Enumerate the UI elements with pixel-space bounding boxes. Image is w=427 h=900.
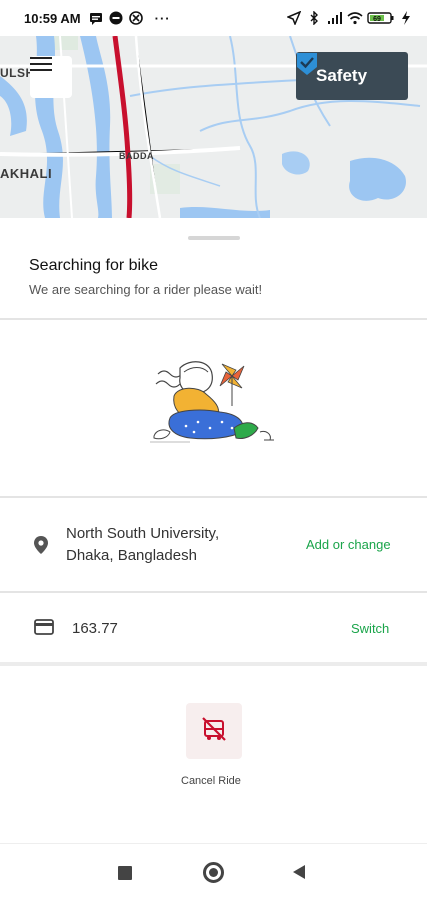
charging-icon — [401, 11, 415, 25]
waiting-illustration — [150, 356, 280, 452]
menu-button[interactable] — [30, 56, 72, 98]
chat-bubble-icon — [109, 11, 123, 25]
cancel-bike-icon — [201, 716, 227, 747]
status-time: 10:59 AM — [24, 10, 81, 26]
map-label: AKHALI — [0, 166, 53, 181]
search-status-title: Searching for bike — [29, 257, 158, 274]
app-notification-icon — [128, 11, 143, 25]
wifi-icon — [347, 11, 363, 25]
divider — [0, 318, 427, 320]
bluetooth-icon — [307, 10, 321, 26]
credit-card-icon — [34, 619, 54, 640]
safety-label: Safety — [316, 66, 368, 85]
address-line: Dhaka, Bangladesh — [66, 547, 197, 564]
divider — [0, 662, 427, 666]
system-nav-bar — [0, 843, 427, 900]
battery-level: 69 — [373, 16, 381, 23]
pickup-address: North South University, Dhaka, Banglades… — [66, 523, 256, 567]
address-line: North South University, — [66, 525, 220, 542]
message-icon — [89, 11, 103, 25]
divider — [0, 591, 427, 593]
more-notifications-dots: ··· — [154, 10, 171, 26]
home-button[interactable] — [203, 862, 224, 883]
cancel-ride-button[interactable] — [186, 703, 242, 759]
cancel-ride-label: Cancel Ride — [181, 775, 241, 787]
location-pin-icon — [34, 536, 48, 559]
back-button[interactable] — [293, 865, 305, 879]
recent-apps-button[interactable] — [118, 866, 132, 880]
map-view[interactable]: ULSHA BADDA AKHALI Safety — [0, 36, 427, 218]
add-or-change-link[interactable]: Add or change — [306, 537, 391, 552]
signal-icon — [327, 11, 342, 25]
switch-payment-link[interactable]: Switch — [351, 621, 389, 636]
battery-icon: 69 — [367, 11, 395, 25]
sheet-drag-handle[interactable] — [188, 236, 240, 240]
fare-amount: 163.77 — [72, 620, 118, 637]
location-arrow-icon — [286, 10, 302, 26]
map-label: BADDA — [119, 151, 154, 161]
safety-button[interactable]: Safety — [296, 52, 408, 100]
status-bar: 10:59 AM ··· 69 — [0, 0, 427, 36]
search-status-subtitle: We are searching for a rider please wait… — [29, 282, 263, 297]
